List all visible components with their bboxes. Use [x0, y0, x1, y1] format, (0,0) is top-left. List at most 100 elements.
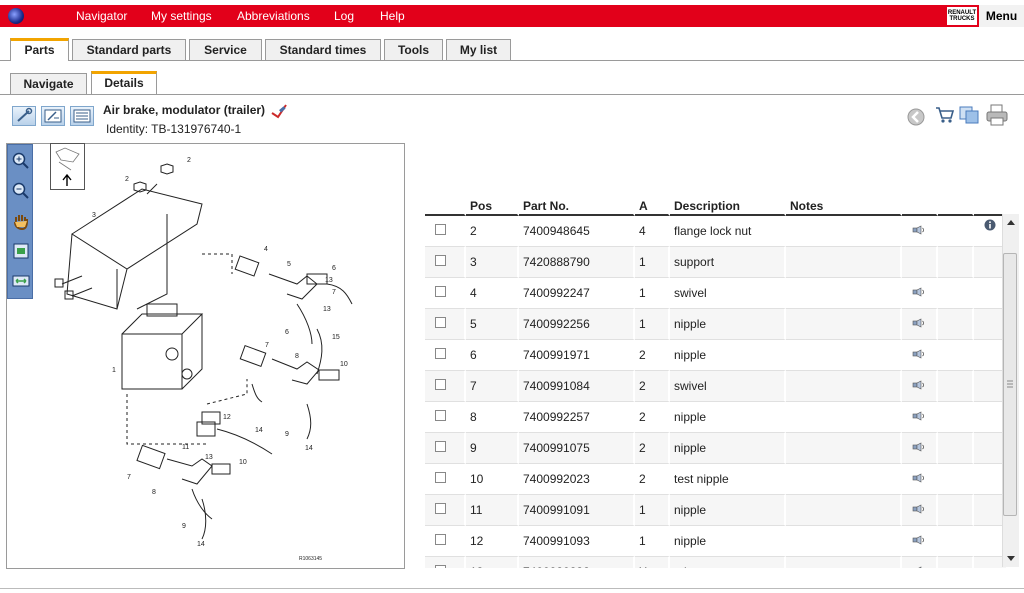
row-checkbox[interactable] [435, 286, 446, 297]
tab-navigate[interactable]: Navigate [10, 73, 87, 94]
part-no-cell[interactable]: 7400948645 [519, 216, 635, 247]
svg-text:6: 6 [285, 329, 289, 336]
tab-standard-parts[interactable]: Standard parts [72, 39, 186, 60]
a-cell: 1 [635, 495, 670, 526]
back-arrow-icon[interactable] [907, 108, 925, 129]
tab-service[interactable]: Service [189, 39, 262, 60]
speaker-icon[interactable] [912, 348, 926, 362]
audio-cell [902, 557, 938, 568]
table-row[interactable]: 10 7400992023 2 test nipple [425, 464, 1008, 495]
row-checkbox[interactable] [435, 224, 446, 235]
svg-text:13: 13 [205, 454, 213, 461]
copy-icon[interactable] [958, 105, 980, 128]
speaker-icon[interactable] [912, 379, 926, 393]
speaker-icon[interactable] [912, 472, 926, 486]
table-row[interactable]: 11 7400991091 1 nipple [425, 495, 1008, 526]
zoom-out-icon[interactable] [11, 181, 31, 201]
speaker-icon[interactable] [912, 441, 926, 455]
extra-cell [938, 309, 974, 340]
speaker-icon[interactable] [912, 503, 926, 517]
row-checkbox[interactable] [435, 565, 446, 568]
scroll-down-arrow-icon[interactable] [1007, 556, 1015, 561]
part-no-cell[interactable]: 7400992023 [519, 464, 635, 495]
list-icon[interactable] [70, 106, 94, 126]
description-cell: nipple [670, 433, 786, 464]
scroll-up-arrow-icon[interactable] [1007, 220, 1015, 225]
svg-text:3: 3 [92, 212, 96, 219]
row-checkbox[interactable] [435, 317, 446, 328]
speaker-icon[interactable] [912, 565, 926, 568]
table-row[interactable]: 12 7400991093 1 nipple [425, 526, 1008, 557]
fit-width-icon[interactable] [11, 271, 31, 291]
pos-cell: 12 [466, 526, 519, 557]
menu-navigator[interactable]: Navigator [76, 9, 127, 23]
part-no-cell[interactable]: 7400992257 [519, 402, 635, 433]
tab-parts[interactable]: Parts [10, 38, 69, 61]
header-notes[interactable]: Notes [786, 185, 902, 216]
zoom-in-icon[interactable] [11, 151, 31, 171]
table-row[interactable]: 6 7400991971 2 nipple [425, 340, 1008, 371]
row-checkbox[interactable] [435, 534, 446, 545]
menu-abbreviations[interactable]: Abbreviations [237, 9, 310, 23]
part-no-cell[interactable]: 7400991093 [519, 526, 635, 557]
part-no-cell[interactable]: 7400991971 [519, 340, 635, 371]
header-part-no[interactable]: Part No. [519, 185, 635, 216]
pos-cell: 6 [466, 340, 519, 371]
part-no-cell[interactable]: 7400991084 [519, 371, 635, 402]
header-description[interactable]: Description [670, 185, 786, 216]
pos-cell: 8 [466, 402, 519, 433]
header-pos[interactable]: Pos [466, 185, 519, 216]
speaker-icon[interactable] [912, 534, 926, 548]
table-row[interactable]: 2 7400948645 4 flange lock nut [425, 216, 1008, 247]
part-no-cell[interactable]: 7420888790 [519, 247, 635, 278]
description-cell: nipple [670, 402, 786, 433]
part-no-cell[interactable]: 7400991075 [519, 433, 635, 464]
menu-my-settings[interactable]: My settings [151, 9, 212, 23]
table-row[interactable]: 8 7400992257 2 nipple [425, 402, 1008, 433]
table-row[interactable]: 4 7400992247 1 swivel [425, 278, 1008, 309]
part-no-cell[interactable]: 7400992256 [519, 309, 635, 340]
table-row[interactable]: 137400980832Xtube [425, 557, 1008, 568]
menu-button[interactable]: Menu [979, 5, 1024, 27]
part-no-cell[interactable]: 7400992247 [519, 278, 635, 309]
header-a[interactable]: A [635, 185, 670, 216]
menu-help[interactable]: Help [380, 9, 405, 23]
speaker-icon[interactable] [912, 286, 926, 300]
parts-table-container: Pos Part No. A Description Notes 2 740094… [425, 185, 1019, 568]
info-icon[interactable] [984, 219, 996, 234]
notes-cell [786, 464, 902, 495]
row-checkbox[interactable] [435, 255, 446, 266]
tab-tools[interactable]: Tools [384, 39, 443, 60]
tab-standard-times[interactable]: Standard times [265, 39, 381, 60]
tab-details[interactable]: Details [91, 71, 157, 94]
table-row[interactable]: 9 7400991075 2 nipple [425, 433, 1008, 464]
row-checkbox[interactable] [435, 441, 446, 452]
row-select-cell [425, 216, 466, 247]
table-row[interactable]: 7 7400991084 2 swivel [425, 371, 1008, 402]
tab-my-list[interactable]: My list [446, 39, 511, 60]
speaker-icon[interactable] [912, 410, 926, 424]
row-checkbox[interactable] [435, 472, 446, 483]
row-checkbox[interactable] [435, 410, 446, 421]
wrench-list-icon[interactable] [41, 106, 65, 126]
a-cell: 2 [635, 371, 670, 402]
part-no-cell[interactable]: 7400980832 [519, 557, 635, 568]
drawing-thumbnail[interactable] [50, 143, 85, 190]
row-checkbox[interactable] [435, 379, 446, 390]
edit-note-icon[interactable] [270, 103, 288, 122]
print-icon[interactable] [985, 103, 1009, 130]
fit-page-icon[interactable] [11, 241, 31, 261]
row-checkbox[interactable] [435, 348, 446, 359]
part-no-cell[interactable]: 7400991091 [519, 495, 635, 526]
menu-log[interactable]: Log [334, 9, 354, 23]
cart-icon[interactable] [935, 105, 955, 128]
speaker-icon[interactable] [912, 224, 926, 238]
pan-hand-icon[interactable] [11, 211, 31, 231]
exploded-drawing-panel[interactable]: 2 2 3 4 5 6 13 7 6 13 15 7 8 10 1 12 14 … [6, 143, 405, 569]
row-checkbox[interactable] [435, 503, 446, 514]
speaker-icon[interactable] [912, 317, 926, 331]
table-row[interactable]: 5 7400992256 1 nipple [425, 309, 1008, 340]
table-row[interactable]: 3 7420888790 1 support [425, 247, 1008, 278]
scroll-thumb[interactable] [1003, 253, 1017, 516]
wrench-icon[interactable] [12, 106, 36, 126]
